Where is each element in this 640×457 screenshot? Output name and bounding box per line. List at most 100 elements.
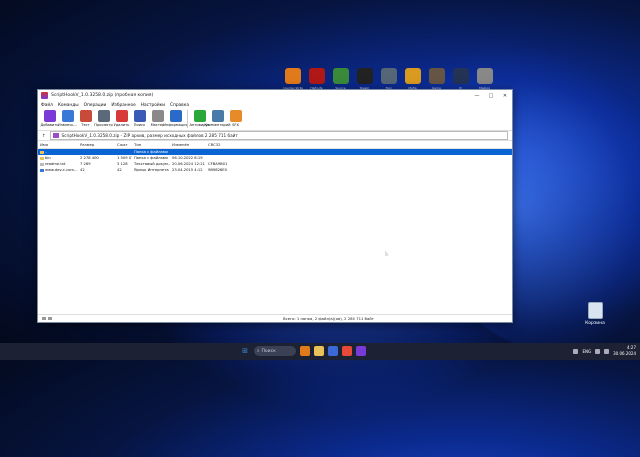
shortcut-icon	[476, 68, 493, 84]
menu-help[interactable]: Справка	[170, 103, 189, 108]
toolbar-button-label: Просмотр	[94, 123, 113, 127]
menu-file[interactable]: Файл	[41, 103, 53, 108]
yandex-browser-icon[interactable]	[342, 346, 352, 356]
start-icon[interactable]: ⊞	[240, 346, 250, 356]
file-explorer-icon[interactable]	[314, 346, 324, 356]
winrar-icon[interactable]	[356, 346, 366, 356]
zip-archive-icon	[52, 133, 59, 138]
sfx-icon	[229, 110, 242, 122]
cell-modified: 06.10.2022 8:19	[172, 156, 203, 160]
view-icon	[97, 110, 110, 122]
taskbar: ⊞ ⌕ Поиск ENG 4:27 30.06.2024	[0, 343, 640, 360]
file-list[interactable]: .. Папка с файлами bin 2 278 400 1 509 078Па…	[38, 149, 512, 303]
window-title: ScriptHookV_1.0.3258.0.zip (пробная копи…	[51, 93, 154, 98]
close-button[interactable]: ✕	[498, 93, 512, 99]
column-modified[interactable]: Изменён	[170, 142, 206, 147]
cell-size: 42	[80, 168, 85, 172]
toolbar-button[interactable]: Извлечь...	[58, 109, 77, 127]
cell-name: bin	[38, 156, 78, 160]
tray-chevron-icon[interactable]	[573, 348, 579, 354]
toolbar-button-label: Извлечь...	[58, 123, 77, 127]
comment-icon	[211, 110, 224, 122]
toolbar-button-label: Поиск	[133, 123, 146, 127]
cell-modified: 20.06.2024 12:21	[172, 162, 205, 166]
menu-favorites[interactable]: Избранное	[111, 103, 135, 108]
cell-type: Текстовый докум...	[134, 162, 170, 166]
status-icons	[42, 317, 52, 320]
clock[interactable]: 4:27 30.06.2024	[613, 345, 636, 357]
toolbar: Добавить Извлечь... Тест Просмотр Удалить Пои…	[38, 109, 512, 131]
shortcut-icon	[428, 68, 445, 84]
wizard-icon	[151, 110, 164, 122]
shortcut-icon	[332, 68, 349, 84]
file-name: readme.txt	[45, 162, 66, 166]
archive-path[interactable]: ScriptHookV_1.0.3258.0.zip - ZIP архив, …	[49, 131, 508, 140]
menu-commands[interactable]: Команды	[58, 103, 79, 108]
file-list-header: Имя Размер Сжат Тип Изменён CRC32	[38, 141, 512, 149]
column-type[interactable]: Тип	[132, 142, 170, 147]
toolbar-button[interactable]: Поиск	[131, 109, 148, 127]
taskbar-search[interactable]: ⌕ Поиск	[254, 346, 296, 356]
cell-name: ..	[38, 150, 78, 154]
winrar-window[interactable]: ScriptHookV_1.0.3258.0.zip (пробная копи…	[37, 89, 513, 323]
delete-icon	[115, 110, 128, 122]
language-indicator[interactable]: ENG	[582, 349, 591, 354]
toolbar-button-label: Удалить	[113, 123, 130, 127]
up-arrow-icon[interactable]: ↑	[42, 133, 46, 138]
cell-crc: CFBA9B01	[208, 162, 228, 166]
path-bar: ↑ ScriptHookV_1.0.3258.0.zip - ZIP архив…	[38, 131, 512, 141]
toolbar-button[interactable]: Информация	[163, 109, 188, 127]
column-crc32[interactable]: CRC32	[206, 142, 230, 147]
search-placeholder: Поиск	[261, 348, 276, 354]
cell-packed: 1 509 078	[117, 156, 132, 160]
file-type-icon	[40, 168, 44, 172]
maximize-button[interactable]: □	[484, 93, 498, 99]
volume-icon[interactable]	[604, 348, 610, 354]
column-size[interactable]: Размер	[78, 142, 115, 147]
cell-name: readme.txt	[38, 162, 78, 166]
cell-modified: 23.04.2015 4:12	[172, 168, 203, 172]
drive-icon[interactable]	[42, 317, 46, 320]
add-icon	[43, 110, 56, 122]
shortcut-icon	[308, 68, 325, 84]
recycle-bin[interactable]: Корзина	[584, 302, 606, 326]
menu-operations[interactable]: Операции	[84, 103, 107, 108]
store-icon[interactable]	[328, 346, 338, 356]
extract-icon	[61, 110, 74, 122]
cell-packed: 3 128	[117, 162, 128, 166]
menu-bar: Файл Команды Операции Избранное Настройк…	[38, 101, 512, 109]
cell-name: www.dev-c.com...	[38, 168, 78, 172]
cell-type: Ярлык Интернета	[134, 168, 169, 172]
antivirus-icon	[193, 110, 206, 122]
toolbar-button-label: Тест	[81, 123, 90, 127]
toolbar-button[interactable]: Комментарий	[205, 109, 231, 127]
toolbar-button-label: Информация	[163, 123, 188, 127]
recycle-bin-label: Корзина	[585, 321, 605, 326]
shortcut-icon	[380, 68, 397, 84]
test-icon	[79, 110, 92, 122]
menu-settings[interactable]: Настройки	[141, 103, 165, 108]
key-icon[interactable]	[48, 317, 52, 320]
column-packed[interactable]: Сжат	[115, 142, 132, 147]
table-row[interactable]: www.dev-c.com... 42 42 Ярлык Интернета 23.04…	[38, 167, 512, 173]
toolbar-button[interactable]: Тест	[77, 109, 94, 127]
toolbar-button-label: Добавить	[40, 123, 59, 127]
archive-path-text: ScriptHookV_1.0.3258.0.zip - ZIP архив, …	[61, 133, 238, 138]
shortcut-icon	[356, 68, 373, 84]
counterstrike-icon[interactable]	[300, 346, 310, 356]
toolbar-separator	[187, 110, 188, 128]
file-type-icon	[40, 156, 44, 160]
status-text: Всего: 1 папка, 2 файл(а)(ов), 2 285 711…	[283, 316, 374, 321]
toolbar-button[interactable]: Удалить	[113, 109, 130, 127]
toolbar-button[interactable]: Просмотр	[94, 109, 113, 127]
cell-type: Папка с файлами	[134, 150, 168, 154]
network-icon[interactable]	[595, 348, 601, 354]
toolbar-button[interactable]: Добавить	[40, 109, 59, 127]
toolbar-button[interactable]: SFX	[227, 109, 244, 127]
minimize-button[interactable]: —	[470, 93, 484, 99]
cell-size: 7 269	[80, 162, 91, 166]
cell-type: Папка с файлами	[134, 156, 168, 160]
column-name[interactable]: Имя	[38, 142, 78, 147]
title-bar[interactable]: ScriptHookV_1.0.3258.0.zip (пробная копи…	[38, 90, 512, 101]
file-name: www.dev-c.com...	[45, 168, 78, 172]
